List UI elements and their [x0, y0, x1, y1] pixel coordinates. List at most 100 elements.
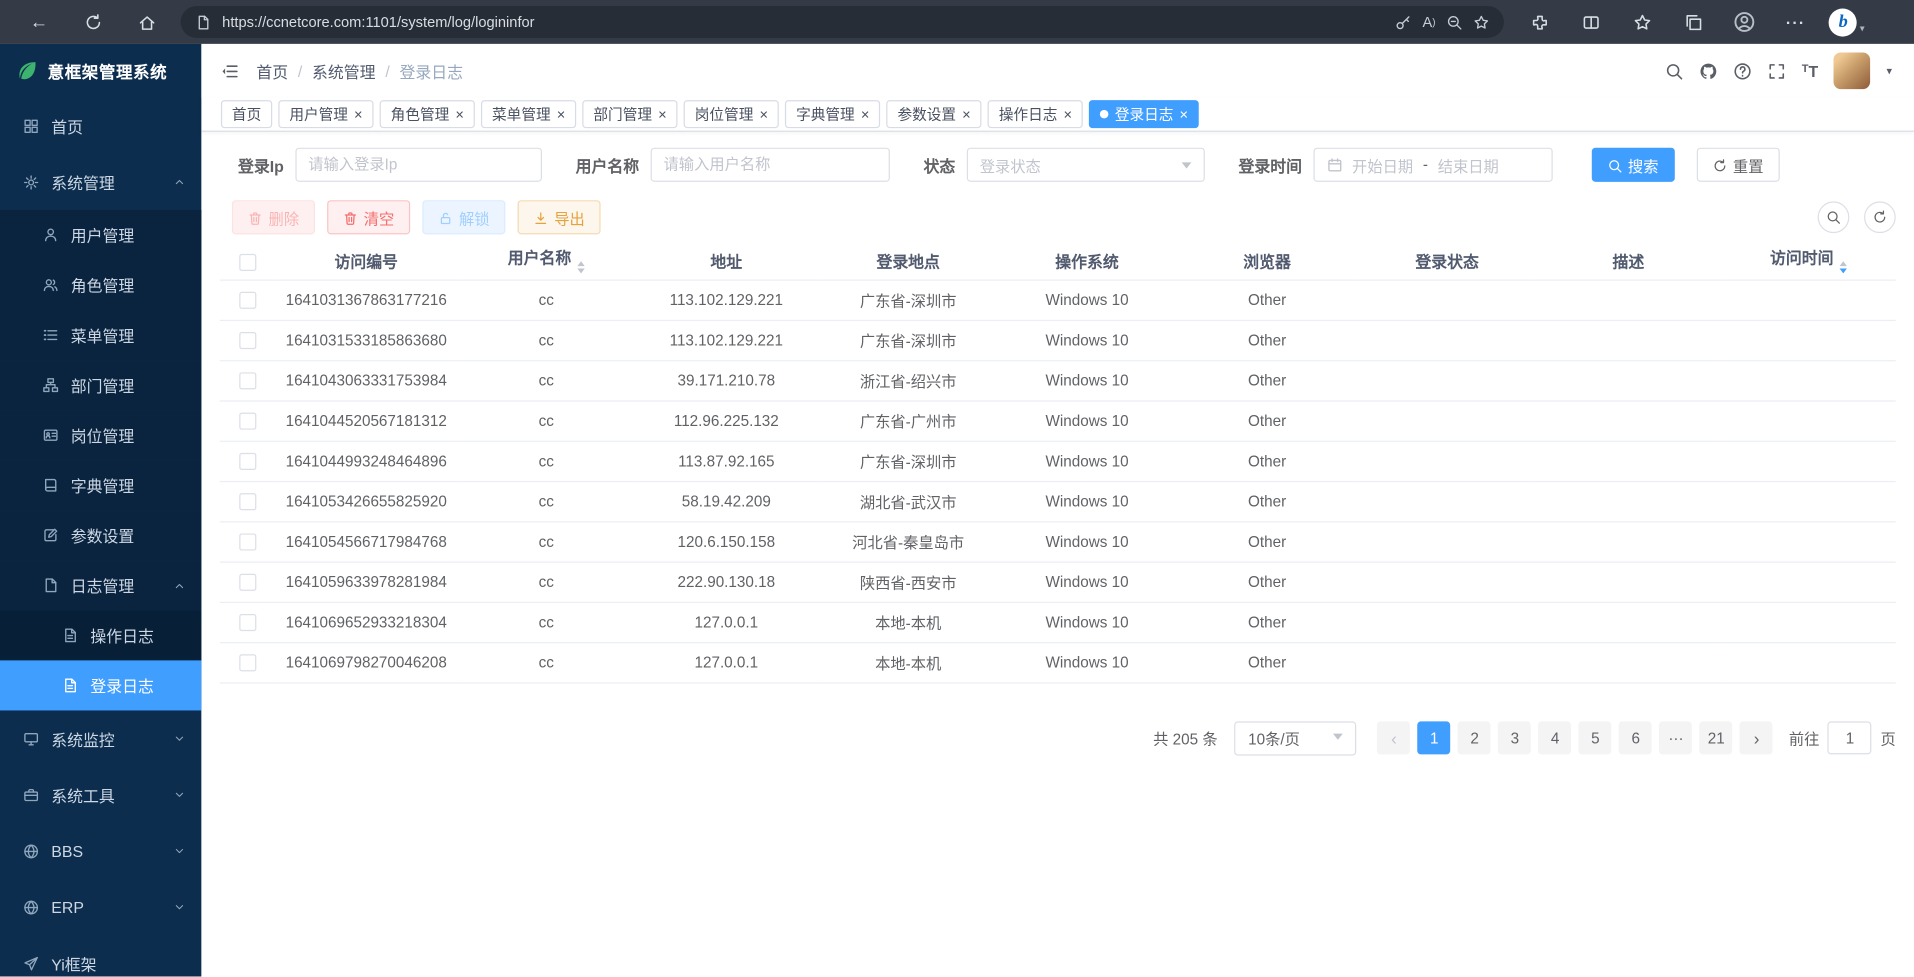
- tab-dict-manage[interactable]: 字典管理×: [785, 100, 880, 128]
- column-header[interactable]: 用户名称: [458, 243, 635, 280]
- tab-role-manage[interactable]: 角色管理×: [380, 100, 475, 128]
- row-checkbox[interactable]: [239, 412, 256, 429]
- breadcrumb-item[interactable]: 系统管理: [312, 59, 375, 82]
- sidebar-item-dept-manage[interactable]: 部门管理: [0, 360, 201, 410]
- search-button[interactable]: 搜索: [1591, 148, 1674, 182]
- user-name-input[interactable]: [650, 148, 889, 182]
- tab-login-log[interactable]: 登录日志×: [1089, 100, 1199, 128]
- row-checkbox[interactable]: [239, 453, 256, 470]
- tab-user-manage[interactable]: 用户管理×: [278, 100, 373, 128]
- tab-home[interactable]: 首页: [221, 100, 272, 128]
- row-checkbox[interactable]: [239, 292, 256, 309]
- refresh-table-icon[interactable]: [1864, 201, 1896, 233]
- close-tab-icon[interactable]: ×: [759, 107, 768, 122]
- tab-menu-manage[interactable]: 菜单管理×: [481, 100, 576, 128]
- close-tab-icon[interactable]: ×: [1180, 107, 1189, 122]
- sidebar-item-post-manage[interactable]: 岗位管理: [0, 410, 201, 460]
- read-aloud-icon[interactable]: A): [1422, 13, 1435, 30]
- page-size-select[interactable]: 10条/页: [1235, 721, 1357, 755]
- close-tab-icon[interactable]: ×: [557, 107, 566, 122]
- goto-page-input[interactable]: [1828, 721, 1872, 754]
- site-info-icon[interactable]: [195, 14, 211, 30]
- avatar-caret-icon[interactable]: ▾: [1887, 64, 1893, 77]
- login-time-range-picker[interactable]: 开始日期 - 结束日期: [1313, 148, 1552, 182]
- split-screen-icon[interactable]: [1572, 6, 1609, 38]
- browser-menu-icon[interactable]: ···: [1777, 6, 1814, 38]
- zoom-out-icon[interactable]: [1447, 14, 1463, 30]
- row-checkbox[interactable]: [239, 493, 256, 510]
- table-row[interactable]: 1641043063331753984cc39.171.210.78浙江省-绍兴…: [220, 360, 1896, 400]
- sort-carets-icon[interactable]: [577, 257, 584, 277]
- page-button-21[interactable]: 21: [1700, 721, 1733, 754]
- next-page-button[interactable]: ›: [1740, 721, 1773, 754]
- sidebar-item-role-manage[interactable]: 角色管理: [0, 260, 201, 310]
- table-row[interactable]: 1641069652933218304cc127.0.0.1本地-本机Windo…: [220, 602, 1896, 642]
- sidebar-item-erp[interactable]: ERP: [0, 879, 201, 935]
- unlock-button[interactable]: 解锁: [422, 200, 505, 234]
- row-checkbox[interactable]: [239, 332, 256, 349]
- row-checkbox[interactable]: [239, 372, 256, 389]
- sidebar-item-login-log[interactable]: 登录日志: [0, 660, 201, 710]
- page-button-6[interactable]: 6: [1619, 721, 1652, 754]
- breadcrumb-item[interactable]: 首页: [256, 59, 288, 82]
- sidebar-item-menu-manage[interactable]: 菜单管理: [0, 310, 201, 360]
- close-tab-icon[interactable]: ×: [354, 107, 363, 122]
- collections-icon[interactable]: [1675, 6, 1712, 38]
- github-icon[interactable]: [1699, 62, 1717, 80]
- sidebar-item-param-settings[interactable]: 参数设置: [0, 510, 201, 560]
- reset-button[interactable]: 重置: [1696, 148, 1779, 182]
- page-button-4[interactable]: 4: [1539, 721, 1572, 754]
- sidebar-item-user-manage[interactable]: 用户管理: [0, 210, 201, 260]
- table-row[interactable]: 1641053426655825920cc58.19.42.209湖北省-武汉市…: [220, 481, 1896, 521]
- tab-dept-manage[interactable]: 部门管理×: [582, 100, 677, 128]
- export-button[interactable]: 导出: [518, 200, 601, 234]
- table-row[interactable]: 1641069798270046208cc127.0.0.1本地-本机Windo…: [220, 642, 1896, 682]
- close-tab-icon[interactable]: ×: [1064, 107, 1073, 122]
- sort-carets-icon[interactable]: [1840, 257, 1847, 277]
- header-select-all[interactable]: [220, 243, 275, 280]
- row-checkbox[interactable]: [239, 614, 256, 631]
- font-size-icon[interactable]: TT: [1802, 62, 1818, 80]
- table-row[interactable]: 1641031533185863680cc113.102.129.221广东省-…: [220, 320, 1896, 360]
- toggle-search-icon[interactable]: [1818, 201, 1850, 233]
- sidebar-item-system-manage[interactable]: 系统管理: [0, 154, 201, 210]
- sidebar-item-bbs[interactable]: BBS: [0, 823, 201, 879]
- table-row[interactable]: 1641044520567181312cc112.96.225.132广东省-广…: [220, 400, 1896, 440]
- close-tab-icon[interactable]: ×: [658, 107, 667, 122]
- table-row[interactable]: 1641054566717984768cc120.6.150.158河北省-秦皇…: [220, 521, 1896, 561]
- browser-profile-avatar[interactable]: [1726, 6, 1763, 38]
- favorites-icon[interactable]: [1624, 6, 1661, 38]
- help-icon[interactable]: [1733, 62, 1751, 80]
- row-checkbox[interactable]: [239, 533, 256, 550]
- row-checkbox[interactable]: [239, 654, 256, 671]
- fullscreen-icon[interactable]: [1768, 62, 1786, 80]
- page-ellipsis[interactable]: ···: [1660, 721, 1693, 754]
- table-row[interactable]: 1641044993248464896cc113.87.92.165广东省-深圳…: [220, 441, 1896, 481]
- clear-button[interactable]: 清空: [327, 200, 410, 234]
- login-ip-input[interactable]: [295, 148, 542, 182]
- page-button-1[interactable]: 1: [1418, 721, 1451, 754]
- delete-button[interactable]: 删除: [232, 200, 315, 234]
- tab-post-manage[interactable]: 岗位管理×: [684, 100, 779, 128]
- sidebar-item-home[interactable]: 首页: [0, 98, 201, 154]
- table-row[interactable]: 1641059633978281984cc222.90.130.18陕西省-西安…: [220, 562, 1896, 602]
- address-bar[interactable]: https://ccnetcore.com:1101/system/log/lo…: [181, 6, 1504, 38]
- tab-operation-log[interactable]: 操作日志×: [988, 100, 1083, 128]
- table-row[interactable]: 1641031367863177216cc113.102.129.221广东省-…: [220, 280, 1896, 320]
- bing-chat-icon[interactable]: b▾: [1829, 6, 1866, 38]
- menu-fold-icon[interactable]: [221, 62, 239, 80]
- sidebar-item-dict-manage[interactable]: 字典管理: [0, 460, 201, 510]
- page-button-2[interactable]: 2: [1458, 721, 1491, 754]
- sidebar-item-operation-log[interactable]: 操作日志: [0, 610, 201, 660]
- add-favorite-icon[interactable]: [1473, 14, 1489, 30]
- password-key-icon[interactable]: [1396, 14, 1412, 30]
- browser-back-icon[interactable]: ←: [21, 6, 58, 38]
- browser-home-icon[interactable]: [128, 6, 165, 38]
- prev-page-button[interactable]: ‹: [1378, 721, 1411, 754]
- extensions-icon[interactable]: [1521, 6, 1558, 38]
- column-header[interactable]: 访问时间: [1721, 243, 1896, 280]
- browser-refresh-icon[interactable]: [74, 6, 111, 38]
- sidebar-item-system-tools[interactable]: 系统工具: [0, 767, 201, 823]
- tab-param-settings[interactable]: 参数设置×: [886, 100, 981, 128]
- page-button-5[interactable]: 5: [1579, 721, 1612, 754]
